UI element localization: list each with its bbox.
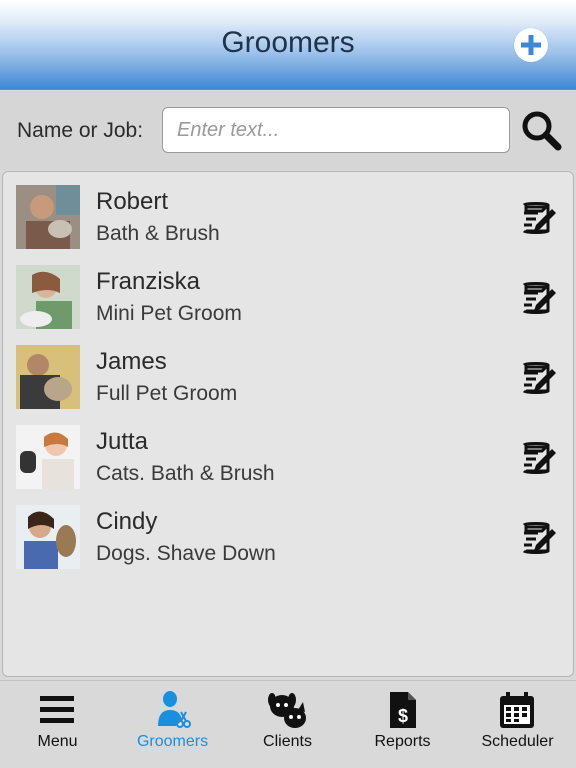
tab-label: Menu [37,733,78,750]
tab-label: Groomers [136,733,209,750]
search-button[interactable] [519,108,563,152]
groomer-photo [16,505,80,569]
pets-icon [268,693,306,728]
groomer-name: Robert [96,188,169,215]
calendar-icon [500,692,534,728]
groomer-photo [16,265,80,329]
groomer-name: James [96,348,167,375]
edit-button[interactable] [520,359,558,397]
add-groomer-button[interactable] [514,28,548,62]
groomer-scissors-icon [158,691,191,728]
groomer-name: Franziska [96,268,201,295]
edit-note-icon [522,282,556,314]
groomer-photo [16,345,80,409]
tab-groomers[interactable]: Groomers [115,681,230,768]
edit-note-icon [522,362,556,394]
tab-label: Clients [263,733,312,750]
groomer-job: Cats. Bath & Brush [96,462,275,485]
bottom-tab-bar: Menu Groomers Clients $ Reports Schedule… [0,680,576,768]
groomer-photo [16,425,80,489]
list-item[interactable]: Franziska Mini Pet Groom [3,252,573,332]
edit-note-icon [522,522,556,554]
groomer-job: Full Pet Groom [96,382,238,405]
groomer-name: Jutta [96,428,149,455]
tab-menu[interactable]: Menu [0,681,115,768]
edit-note-icon [522,202,556,234]
tab-label: Scheduler [481,733,554,750]
edit-button[interactable] [520,519,558,557]
list-item[interactable]: Cindy Dogs. Shave Down [3,492,573,572]
groomer-list: Robert Bath & Brush Franziska Mini Pet G… [2,171,574,677]
edit-note-icon [522,442,556,474]
edit-button[interactable] [520,199,558,237]
list-item[interactable]: Robert Bath & Brush [3,172,573,252]
groomer-name: Cindy [96,508,158,535]
list-item[interactable]: James Full Pet Groom [3,332,573,412]
magnifier-icon [522,111,562,151]
header-bar: Groomers [0,0,576,90]
search-input[interactable] [162,107,510,153]
groomer-job: Bath & Brush [96,222,220,245]
groomer-job: Mini Pet Groom [96,302,242,325]
tab-clients[interactable]: Clients [230,681,345,768]
hamburger-icon [40,696,74,723]
list-item[interactable]: Jutta Cats. Bath & Brush [3,412,573,492]
edit-button[interactable] [520,439,558,477]
search-label: Name or Job: [17,119,144,142]
groomer-photo [16,185,80,249]
svg-text:$: $ [398,706,408,726]
tab-scheduler[interactable]: Scheduler [460,681,575,768]
groomer-job: Dogs. Shave Down [96,542,276,565]
plus-circle-icon [521,35,541,55]
tab-reports[interactable]: $ Reports [345,681,460,768]
tab-label: Reports [374,733,431,750]
edit-button[interactable] [520,279,558,317]
page-title: Groomers [221,26,355,59]
dollar-document-icon: $ [390,692,416,728]
